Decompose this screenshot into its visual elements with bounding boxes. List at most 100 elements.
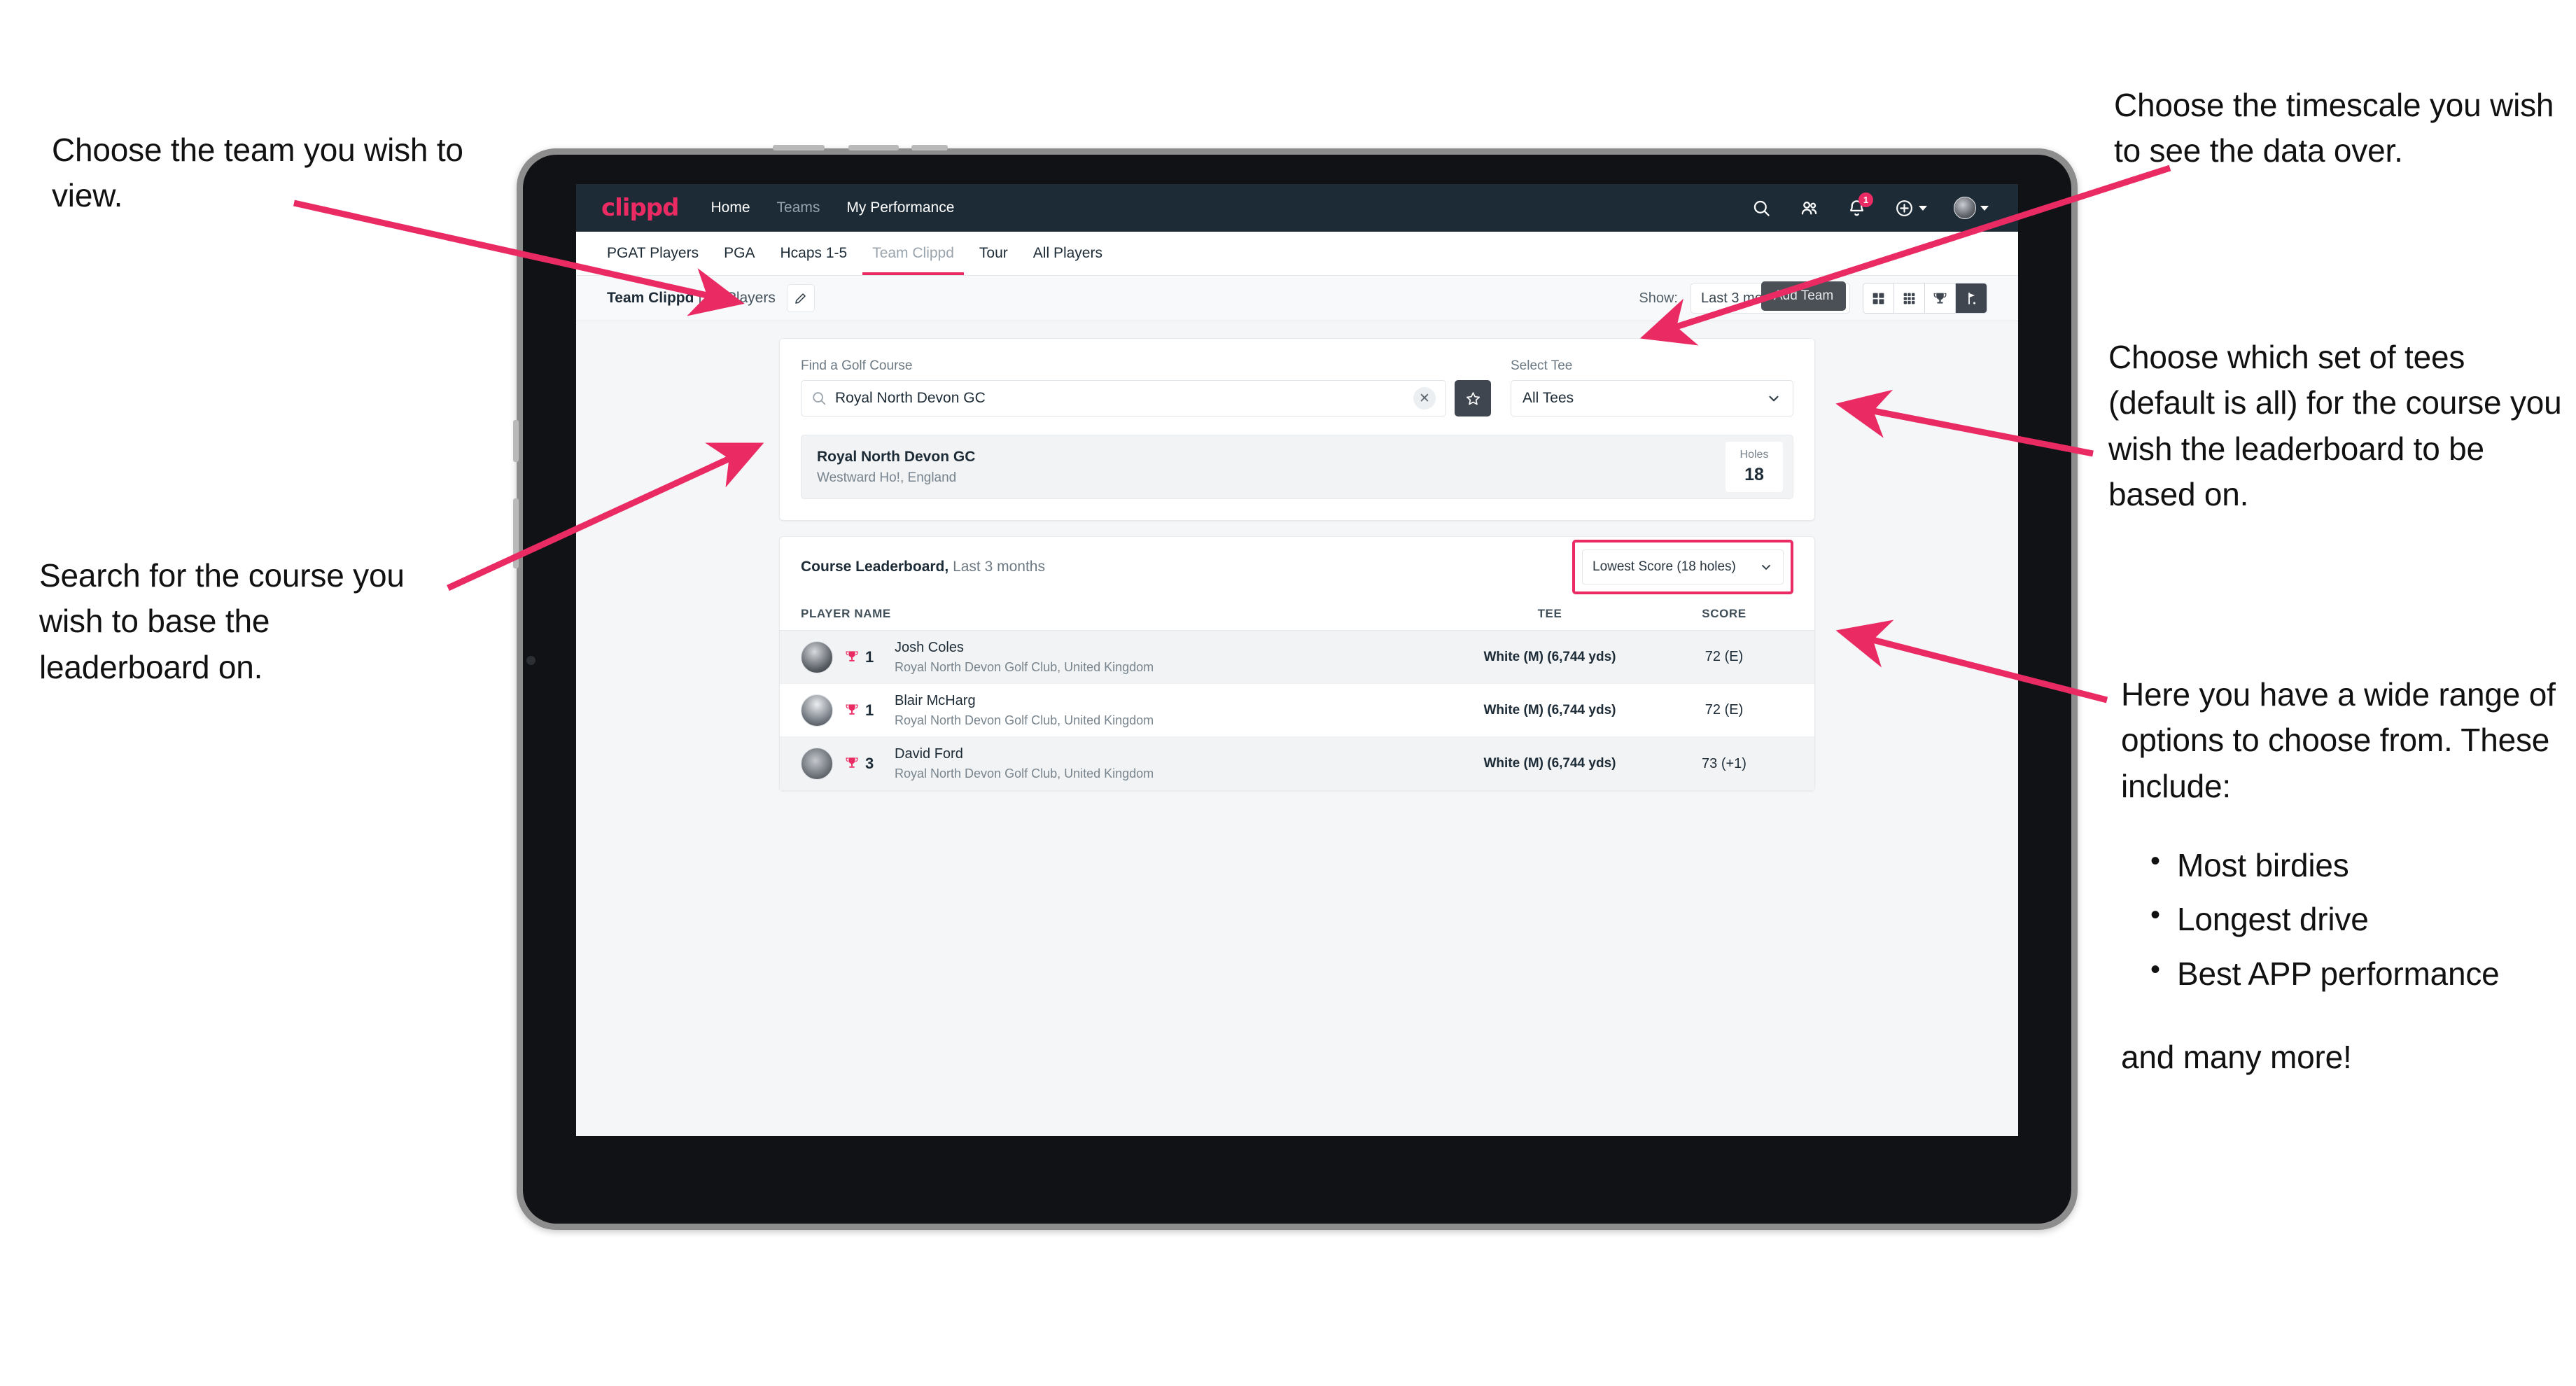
rank-number: 1 — [865, 648, 874, 666]
course-result-name: Royal North Devon GC — [817, 448, 976, 465]
golf-flag-icon — [1968, 292, 1975, 304]
avatar — [801, 694, 833, 727]
leaderboard-sort-dropdown[interactable]: Lowest Score (18 holes) — [1582, 550, 1784, 584]
player-info: David Ford Royal North Devon Golf Club, … — [895, 746, 1154, 781]
holes-value: 18 — [1744, 465, 1764, 484]
team-summary: Team Clippd | 14 Players — [607, 290, 776, 307]
player-name: David Ford — [895, 746, 963, 762]
trophy-view-button[interactable] — [1925, 284, 1956, 313]
annotation-options-tail: and many more! — [2121, 1038, 2352, 1075]
leaderboard-title: Course Leaderboard, Last 3 months — [801, 559, 1045, 575]
course-view-button[interactable] — [1956, 284, 1987, 313]
player-tee: White (M) (6,744 yds) — [1483, 649, 1616, 664]
table-row[interactable]: 3 David Ford Royal North Devon Golf Club… — [780, 737, 1814, 790]
search-input[interactable]: Royal North Devon GC ✕ — [801, 380, 1446, 416]
star-icon — [1466, 391, 1480, 405]
search-icon[interactable] — [1751, 197, 1772, 218]
trophy-icon — [846, 757, 858, 768]
annotation-bullet-1: Longest drive — [2146, 895, 2569, 942]
side-button-lower — [513, 498, 519, 568]
grid-9-view-button[interactable] — [1894, 284, 1925, 313]
tab-pgat-players[interactable]: PGAT Players — [607, 232, 711, 275]
select-tee-dropdown[interactable]: All Tees — [1511, 380, 1793, 416]
player-cell: 1 Blair McHarg Royal North Devon Golf Cl… — [801, 693, 1445, 728]
people-icon[interactable] — [1798, 197, 1819, 218]
app-screen: clippd Home Teams My Performance 1 PGAT … — [576, 184, 2018, 1136]
table-row[interactable]: 1 Blair McHarg Royal North Devon Golf Cl… — [780, 684, 1814, 737]
annotation-bullet-2: Best APP performance — [2146, 950, 2569, 997]
nav-link-my-performance[interactable]: My Performance — [846, 200, 954, 216]
team-name: Team Clippd — [607, 290, 694, 306]
profile-menu[interactable] — [1954, 197, 1989, 219]
player-score: 72 (E) — [1704, 702, 1744, 718]
volume-up-button — [848, 145, 899, 150]
player-club: Royal North Devon Golf Club, United King… — [895, 766, 1154, 780]
player-info: Blair McHarg Royal North Devon Golf Club… — [895, 693, 1154, 728]
table-row[interactable]: 1 Josh Coles Royal North Devon Golf Club… — [780, 631, 1814, 684]
grid-4-view-button[interactable] — [1863, 284, 1894, 313]
team-separator: | — [698, 290, 702, 306]
column-header-tee: TEE — [1537, 606, 1562, 620]
leaderboard-sort-value: Lowest Score (18 holes) — [1592, 559, 1736, 574]
edit-team-button[interactable] — [786, 284, 815, 312]
pencil-icon — [795, 293, 806, 304]
chevron-down-icon — [1919, 205, 1927, 211]
tab-all-players[interactable]: All Players — [1021, 232, 1115, 275]
add-team-tooltip: Add Team — [1761, 281, 1847, 311]
course-result-row[interactable]: Royal North Devon GC Westward Ho!, Engla… — [801, 435, 1793, 499]
player-count: 14 — [706, 290, 722, 306]
nav-actions: 1 — [1751, 192, 1989, 219]
holes-badge: Holes 18 — [1726, 442, 1783, 492]
course-result-location: Westward Ho!, England — [817, 470, 957, 485]
avatar[interactable] — [1954, 197, 1976, 219]
grid-4-icon — [1872, 293, 1884, 304]
nav-link-teams[interactable]: Teams — [777, 200, 820, 216]
tab-hcaps-1-5[interactable]: Hcaps 1-5 — [767, 232, 860, 275]
tab-team-clippd[interactable]: Team Clippd — [860, 232, 967, 275]
annotation-team: Choose the team you wish to view. — [52, 132, 463, 214]
search-input-value: Royal North Devon GC — [835, 390, 986, 406]
plus-circle-icon[interactable] — [1893, 197, 1914, 218]
column-header-player-name: PLAYER NAME — [801, 606, 891, 620]
top-navbar: clippd Home Teams My Performance 1 — [576, 184, 2018, 232]
nav-link-home[interactable]: Home — [710, 200, 750, 216]
show-label: Show: — [1639, 290, 1678, 306]
favourite-course-button[interactable] — [1455, 380, 1491, 416]
annotation-options-list: Most birdies Longest drive Best APP perf… — [2146, 841, 2569, 997]
player-score: 72 (E) — [1704, 649, 1744, 664]
primary-nav: Home Teams My Performance — [710, 200, 954, 216]
player-tee: White (M) (6,744 yds) — [1483, 702, 1616, 718]
volume-down-button — [911, 145, 948, 150]
select-tee-value: All Tees — [1522, 390, 1574, 406]
player-club: Royal North Devon Golf Club, United King… — [895, 713, 1154, 727]
annotation-tees: Choose which set of tees (default is all… — [2108, 339, 2562, 512]
side-button-upper — [513, 420, 519, 462]
annotation-options: Here you have a wide range of options to… — [2121, 672, 2569, 1080]
grid-9-icon — [1903, 293, 1915, 304]
brand-logo[interactable]: clippd — [601, 194, 679, 222]
player-name: Josh Coles — [895, 639, 964, 655]
holes-caption: Holes — [1740, 449, 1769, 461]
player-club: Royal North Devon Golf Club, United King… — [895, 659, 1154, 674]
clear-search-icon[interactable]: ✕ — [1413, 387, 1436, 410]
tab-pga[interactable]: PGA — [711, 232, 767, 275]
add-menu[interactable] — [1893, 197, 1927, 218]
leaderboard-title-period: Last 3 months — [953, 559, 1045, 575]
rank-number: 3 — [865, 755, 874, 772]
course-search-field: Find a Golf Course Royal North Devon GC … — [801, 358, 1491, 416]
tab-tour[interactable]: Tour — [967, 232, 1021, 275]
column-header-score: SCORE — [1702, 606, 1746, 620]
course-leaderboard-card: Course Leaderboard, Last 3 months Lowest… — [779, 536, 1815, 791]
trophy-icon — [846, 650, 858, 662]
rank-number: 1 — [865, 701, 874, 719]
course-search-label: Find a Golf Course — [801, 358, 913, 373]
trophy-icon — [1933, 293, 1947, 303]
player-info: Josh Coles Royal North Devon Golf Club, … — [895, 640, 1154, 675]
annotation-timescale: Choose the timescale you wish to see the… — [2114, 87, 2554, 169]
page-content: Find a Golf Course Royal North Devon GC … — [576, 321, 2018, 1136]
bell-icon[interactable]: 1 — [1846, 192, 1873, 218]
camera-dot — [526, 656, 536, 665]
annotation-search: Search for the course you wish to base t… — [39, 557, 405, 685]
chevron-down-icon — [1980, 205, 1989, 211]
tablet-bezel: clippd Home Teams My Performance 1 PGAT … — [523, 155, 2071, 1224]
